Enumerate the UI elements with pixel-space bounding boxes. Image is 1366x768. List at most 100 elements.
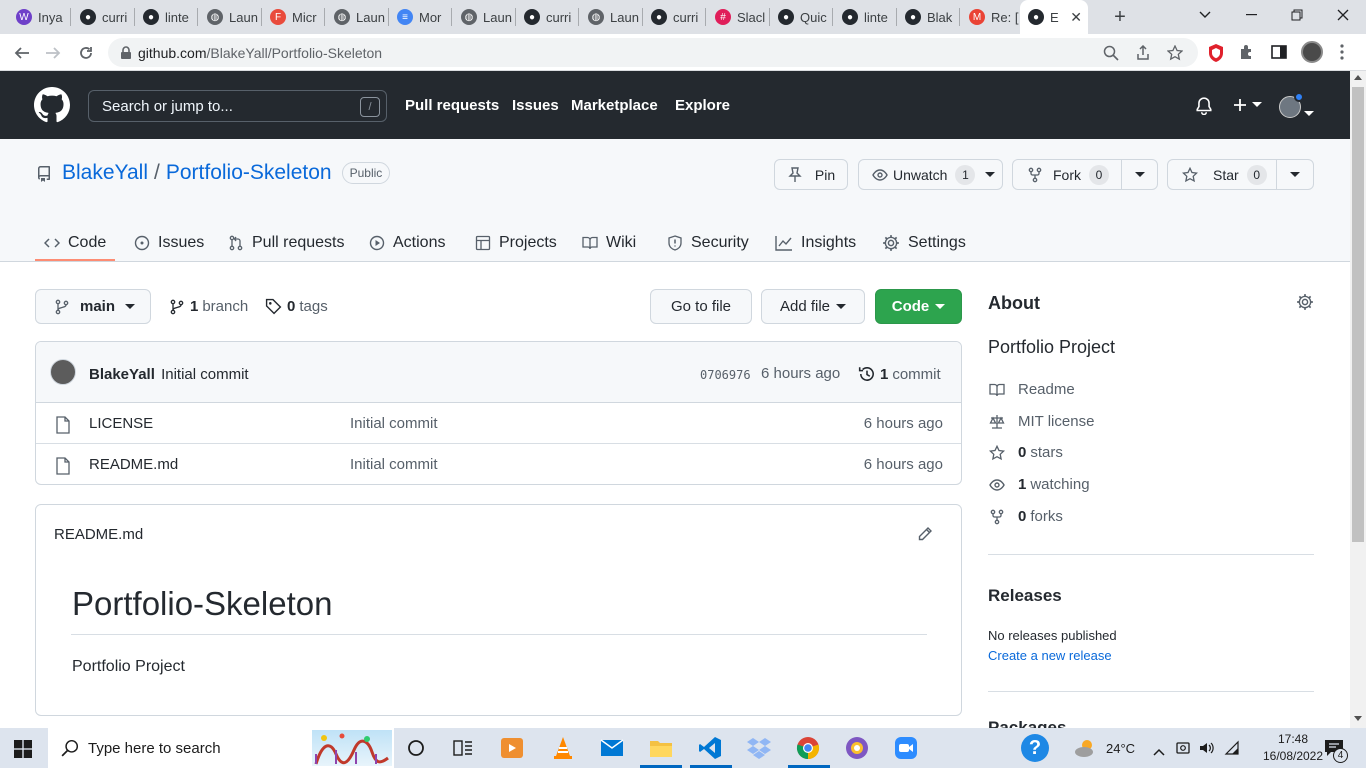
fork-button[interactable]: Fork 0: [1012, 159, 1158, 190]
fork-chevron-down-icon[interactable]: [1135, 172, 1145, 178]
new-tab-button[interactable]: +: [1110, 5, 1130, 29]
browser-tab[interactable]: ● curri: [516, 4, 578, 30]
clock[interactable]: 17:48 16/08/2022: [1262, 732, 1324, 763]
nav-marketplace[interactable]: Marketplace: [571, 97, 658, 114]
branch-select-button[interactable]: main: [35, 289, 151, 324]
code-dropdown-button[interactable]: Code: [875, 289, 962, 324]
star-button[interactable]: Star 0: [1167, 159, 1314, 190]
browser-tab[interactable]: ◍ Laun: [453, 4, 515, 30]
file-commit-message[interactable]: Initial commit: [350, 456, 438, 473]
browser-tab[interactable]: M Re: [: [961, 4, 1023, 30]
commit-author[interactable]: BlakeYall: [89, 366, 155, 383]
file-explorer-icon[interactable]: [649, 736, 673, 760]
browser-tab[interactable]: W Inya: [8, 4, 70, 30]
side-panel-icon[interactable]: [1271, 44, 1287, 65]
user-menu-chevron-icon[interactable]: [1304, 104, 1314, 122]
tab-security[interactable]: Security: [667, 225, 749, 261]
file-row[interactable]: README.md Initial commit 6 hours ago: [36, 444, 961, 484]
file-name[interactable]: LICENSE: [89, 415, 153, 432]
tab-actions[interactable]: Actions: [369, 225, 445, 261]
nav-issues[interactable]: Issues: [512, 97, 559, 114]
browser-tab[interactable]: ◍ Laun: [199, 4, 261, 30]
tab-pull-requests[interactable]: Pull requests: [228, 225, 345, 261]
chrome-icon[interactable]: [796, 736, 820, 760]
scroll-up-arrow-icon[interactable]: [1354, 75, 1362, 80]
forward-button[interactable]: [40, 40, 66, 66]
nav-explore[interactable]: Explore: [675, 97, 730, 114]
media-app-icon[interactable]: [501, 738, 523, 758]
tab-close-icon[interactable]: ✕: [1070, 9, 1082, 26]
commit-sha[interactable]: 0706976: [700, 368, 751, 382]
browser-tab[interactable]: ● linte: [135, 4, 197, 30]
system-tray-chevron-up-icon[interactable]: [1153, 743, 1165, 761]
vlc-icon[interactable]: [551, 736, 575, 760]
browser-tab[interactable]: ● linte: [834, 4, 896, 30]
create-new-plus-icon[interactable]: [1232, 97, 1262, 113]
weather-temperature[interactable]: 24°C: [1106, 741, 1135, 756]
github-search-input[interactable]: Search or jump to... /: [88, 90, 387, 122]
taskbar-search-box[interactable]: Type here to search: [48, 728, 394, 768]
file-name[interactable]: README.md: [89, 456, 178, 473]
weather-cloud-icon[interactable]: [1073, 736, 1097, 760]
about-forks-link[interactable]: 0 forks: [988, 508, 1063, 525]
browser-tab[interactable]: # Slacl: [707, 4, 769, 30]
readme-filename[interactable]: README.md: [54, 526, 143, 543]
commits-history-link[interactable]: 1 commit: [858, 365, 941, 383]
tab-code[interactable]: Code: [44, 225, 106, 261]
browser-tab[interactable]: ◍ Laun: [580, 4, 642, 30]
tags-link[interactable]: 0 tags: [265, 298, 328, 315]
nav-pull-requests[interactable]: Pull requests: [405, 97, 499, 114]
mail-icon[interactable]: [600, 736, 624, 760]
tab-settings[interactable]: Settings: [882, 225, 966, 261]
share-icon[interactable]: [1134, 44, 1152, 62]
browser-tab[interactable]: ● curri: [643, 4, 705, 30]
zoom-app-icon[interactable]: [894, 736, 918, 760]
branches-link[interactable]: 1 branch: [169, 298, 248, 315]
scroll-down-arrow-icon[interactable]: [1354, 716, 1362, 721]
speaker-volume-icon[interactable]: [1199, 740, 1215, 761]
about-license-link[interactable]: MIT license: [988, 413, 1094, 430]
repo-name-link[interactable]: Portfolio-Skeleton: [166, 161, 332, 185]
go-to-file-button[interactable]: Go to file: [650, 289, 752, 324]
browser-tab[interactable]: ≡ Mor: [389, 4, 451, 30]
help-question-icon[interactable]: ?: [1021, 734, 1049, 762]
notifications-bell-icon[interactable]: [1195, 97, 1213, 120]
about-settings-gear-icon[interactable]: [1296, 293, 1314, 316]
tab-issues[interactable]: Issues: [134, 225, 204, 261]
commit-message[interactable]: Initial commit: [161, 366, 249, 383]
tab-search-chevron-icon[interactable]: [1182, 0, 1228, 30]
close-window-button[interactable]: [1320, 0, 1366, 30]
tab-wiki[interactable]: Wiki: [582, 225, 636, 261]
releases-title[interactable]: Releases: [988, 586, 1062, 606]
github-logo-icon[interactable]: [34, 87, 70, 128]
page-scrollbar[interactable]: [1350, 71, 1366, 728]
profile-avatar[interactable]: [1301, 41, 1323, 63]
address-bar[interactable]: github.com/BlakeYall/Portfolio-Skeleton: [108, 38, 1198, 67]
repo-owner-link[interactable]: BlakeYall: [62, 161, 148, 185]
extensions-puzzle-icon[interactable]: [1239, 44, 1255, 65]
scrollbar-thumb[interactable]: [1352, 87, 1364, 542]
task-view-icon[interactable]: [404, 736, 428, 760]
browser-tab[interactable]: ● Blak: [897, 4, 959, 30]
url-text[interactable]: github.com/BlakeYall/Portfolio-Skeleton: [138, 45, 382, 61]
edit-pencil-icon[interactable]: [917, 526, 933, 547]
reload-button[interactable]: [73, 40, 99, 66]
dropbox-icon[interactable]: [747, 736, 771, 760]
file-row[interactable]: LICENSE Initial commit 6 hours ago: [36, 403, 961, 444]
browser-tab[interactable]: F Micr: [262, 4, 324, 30]
widgets-icon[interactable]: [451, 736, 475, 760]
create-release-link[interactable]: Create a new release: [988, 648, 1112, 663]
browser-tab[interactable]: ● E ✕: [1020, 0, 1088, 34]
vscode-icon[interactable]: [698, 736, 722, 760]
bookmark-star-icon[interactable]: [1166, 44, 1184, 62]
zoom-icon[interactable]: [1102, 44, 1120, 62]
unwatch-button[interactable]: Unwatch 1: [858, 159, 1003, 190]
network-device-icon[interactable]: [1176, 740, 1190, 761]
windows-start-icon[interactable]: [14, 740, 32, 763]
browser-tab[interactable]: ◍ Laun: [326, 4, 388, 30]
browser-tab[interactable]: ● Quic: [770, 4, 832, 30]
file-commit-message[interactable]: Initial commit: [350, 415, 438, 432]
restore-button[interactable]: [1274, 0, 1320, 30]
about-stars-link[interactable]: 0 stars: [988, 444, 1063, 461]
minimize-button[interactable]: [1228, 0, 1274, 30]
